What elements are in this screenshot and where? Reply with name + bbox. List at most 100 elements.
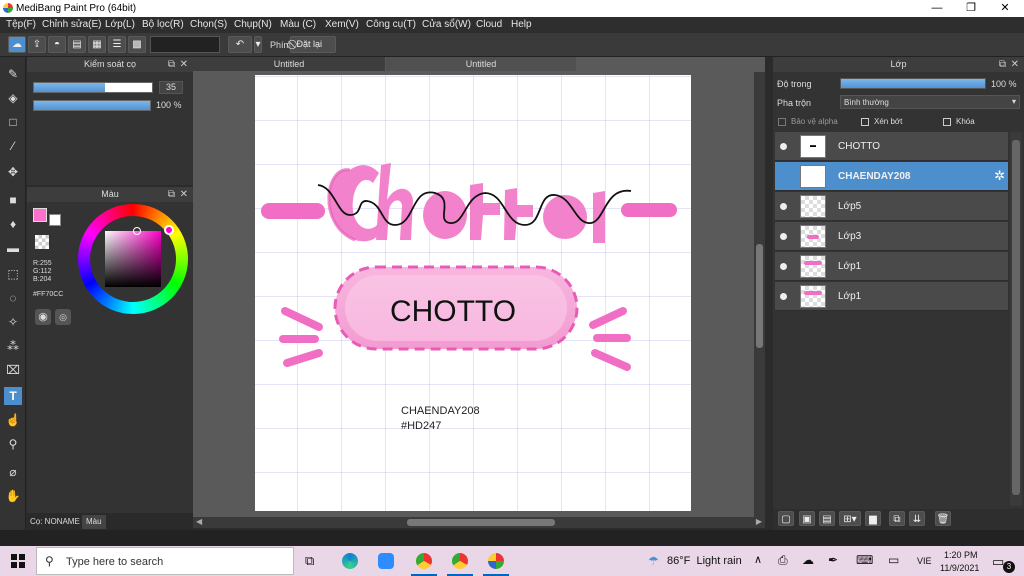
select-eraser-icon[interactable]: ⌧ xyxy=(4,361,22,379)
onedrive-icon[interactable]: ☁ xyxy=(802,553,814,567)
brush-tab[interactable]: Cọ: NONAME xyxy=(30,517,80,526)
brush-opacity-slider[interactable] xyxy=(33,100,151,111)
visibility-icon[interactable] xyxy=(780,203,787,210)
menu-edit[interactable]: Chỉnh sửa(E) xyxy=(42,19,102,30)
layer-row[interactable]: Lớp1 xyxy=(775,282,1008,311)
visibility-icon[interactable] xyxy=(780,233,787,240)
eraser-tool-icon[interactable]: ◈ xyxy=(4,89,22,107)
comment-icon[interactable]: ◓ xyxy=(48,36,66,53)
hue-ring[interactable] xyxy=(78,204,188,314)
undo-icon[interactable]: ↶ xyxy=(228,36,252,53)
minimize-button[interactable]: — xyxy=(920,0,954,17)
foreground-color-swatch[interactable] xyxy=(33,208,47,222)
hue-handle[interactable] xyxy=(164,225,174,235)
list-icon[interactable]: ☰ xyxy=(108,36,126,53)
undock-icon[interactable]: ⧉ xyxy=(999,57,1006,72)
add-layer-menu-icon[interactable]: ⊞▾ xyxy=(839,511,861,526)
layer-row[interactable]: Lớp5 xyxy=(775,192,1008,221)
brush-tool-icon[interactable]: ✎ xyxy=(4,65,22,83)
background-color-swatch[interactable] xyxy=(49,214,61,226)
reset-button[interactable]: ⃠ Đặt lại xyxy=(290,36,336,53)
network-icon[interactable]: ⎙ xyxy=(778,553,788,568)
magic-wand-icon[interactable]: ✧ xyxy=(4,313,22,331)
pipette-tool-icon[interactable]: ⌀ xyxy=(4,463,22,481)
color-set-icon[interactable]: ◎ xyxy=(55,309,71,325)
chrome-icon[interactable] xyxy=(452,553,468,569)
document-tab-2[interactable]: Untitled xyxy=(386,57,576,71)
document-icon[interactable]: ▦ xyxy=(88,36,106,53)
zoom-icon[interactable] xyxy=(378,553,394,569)
chrome-icon[interactable] xyxy=(416,553,432,569)
brush-size-value[interactable]: 35 xyxy=(159,81,183,94)
menu-snap[interactable]: Chụp(N) xyxy=(234,19,272,30)
taskbar-search[interactable]: ⚲ Type here to search xyxy=(36,547,294,575)
layer-row[interactable]: Lớp1 xyxy=(775,252,1008,281)
restore-button[interactable]: ❐ xyxy=(954,0,988,17)
scroll-left-icon[interactable]: ◀ xyxy=(196,517,202,526)
chevron-up-icon[interactable]: ∧ xyxy=(754,553,762,566)
menu-select[interactable]: Chọn(S) xyxy=(190,19,227,30)
new-halftone-layer-icon[interactable]: ▣ xyxy=(799,511,815,526)
folder-icon[interactable]: ▆ xyxy=(865,511,881,526)
document-canvas[interactable]: CHOTTO CHAENDAY208 #HD247 xyxy=(255,75,691,511)
merge-down-icon[interactable]: ⇊ xyxy=(909,511,925,526)
task-view-icon[interactable]: ⧉ xyxy=(305,553,314,569)
keyboard-icon[interactable]: ⌨ xyxy=(856,553,873,567)
visibility-icon[interactable] xyxy=(780,293,787,300)
layer-scroll-thumb[interactable] xyxy=(1012,140,1020,495)
close-button[interactable]: ✕ xyxy=(988,0,1022,17)
select-tool-icon[interactable]: ⬚ xyxy=(4,265,22,283)
fill-rect-tool-icon[interactable]: ■ xyxy=(4,191,22,209)
text-tool-icon[interactable]: T xyxy=(4,387,22,405)
layer-row[interactable]: Lớp3 xyxy=(775,222,1008,251)
medibang-icon[interactable] xyxy=(488,553,504,569)
windows-start-icon[interactable] xyxy=(11,554,25,568)
menu-file[interactable]: Tệp(F) xyxy=(6,19,36,30)
document-tab-1[interactable]: Untitled xyxy=(193,57,385,71)
chat-icon[interactable]: ▤ xyxy=(68,36,86,53)
hand-tool-icon[interactable]: ✋ xyxy=(4,487,22,505)
color-picker-handle[interactable] xyxy=(133,227,141,235)
layer-row-selected[interactable]: CHAENDAY208 ✲ xyxy=(775,162,1008,191)
new-8bit-layer-icon[interactable]: ▤ xyxy=(819,511,835,526)
scroll-right-icon[interactable]: ▶ xyxy=(756,517,762,526)
palette-icon[interactable]: ◉ xyxy=(35,309,51,325)
visibility-icon[interactable] xyxy=(780,263,787,270)
toolbar-field[interactable] xyxy=(150,36,220,53)
lock-checkbox[interactable] xyxy=(943,118,951,126)
delete-layer-icon[interactable]: 🗑 xyxy=(935,511,951,526)
edge-icon[interactable] xyxy=(342,553,358,569)
layer-opacity-slider[interactable] xyxy=(840,78,986,89)
rectangle-tool-icon[interactable]: □ xyxy=(4,113,22,131)
move-tool-icon[interactable]: ✥ xyxy=(4,163,22,181)
undock-icon[interactable]: ⧉ xyxy=(168,57,175,72)
pen-tool-icon[interactable]: ⁄ xyxy=(4,137,22,155)
layer-scrollbar[interactable] xyxy=(1010,132,1022,506)
lasso-tool-icon[interactable]: ◌ xyxy=(4,289,22,307)
cloud-icon[interactable]: ☁ xyxy=(8,36,26,53)
protect-alpha-checkbox[interactable] xyxy=(778,118,786,126)
gear-icon[interactable]: ✲ xyxy=(994,168,1005,184)
operation-tool-icon[interactable]: ☝ xyxy=(4,411,22,429)
panel-close-icon[interactable]: ✕ xyxy=(180,57,188,72)
menu-cloud[interactable]: Cloud xyxy=(476,19,502,30)
menu-filter[interactable]: Bộ lọc(R) xyxy=(142,19,184,30)
undock-icon[interactable]: ⧉ xyxy=(168,187,175,202)
panel-close-icon[interactable]: ✕ xyxy=(1011,57,1019,72)
share-icon[interactable]: ⇪ xyxy=(28,36,46,53)
menu-tools[interactable]: Công cụ(T) xyxy=(366,19,416,30)
saturation-value-square[interactable] xyxy=(105,231,161,287)
clock-time[interactable]: 1:20 PM xyxy=(944,550,978,560)
language-indicator[interactable]: VIE xyxy=(917,556,932,566)
pen-icon[interactable]: ✒ xyxy=(828,553,838,567)
display-icon[interactable]: ▭ xyxy=(888,553,899,567)
vertical-scrollbar[interactable] xyxy=(754,72,765,517)
layer-row[interactable]: ▬ CHOTTO xyxy=(775,132,1008,161)
menu-layer[interactable]: Lớp(L) xyxy=(105,19,135,30)
horizontal-scroll-thumb[interactable] xyxy=(407,519,555,526)
menu-color[interactable]: Màu (C) xyxy=(280,19,316,30)
horizontal-scrollbar[interactable]: ◀ ▶ xyxy=(193,517,765,528)
weather-text[interactable]: 86°F Light rain xyxy=(667,555,742,567)
clipping-checkbox[interactable] xyxy=(861,118,869,126)
clock-date[interactable]: 11/9/2021 xyxy=(940,563,979,573)
